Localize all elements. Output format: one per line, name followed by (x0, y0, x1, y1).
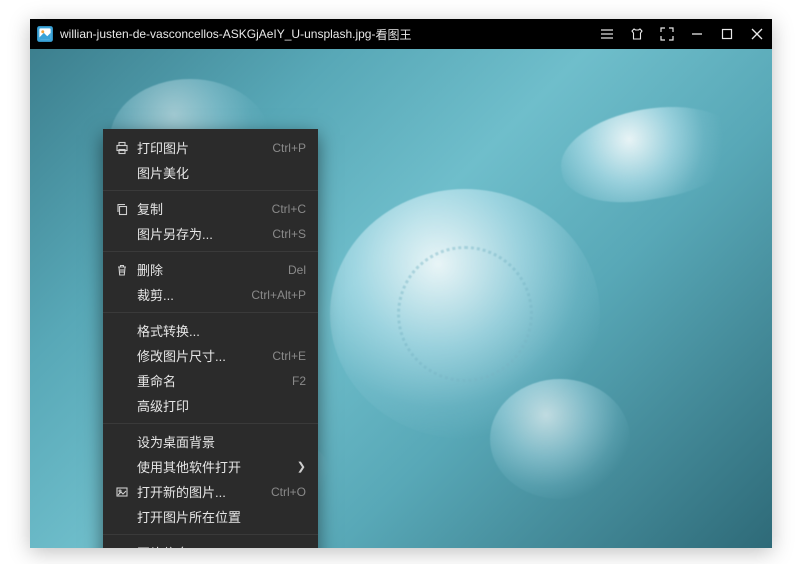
menu-item-label: 重命名 (137, 371, 176, 390)
menu-separator (103, 190, 318, 191)
menu-item-label: 格式转换... (137, 321, 200, 340)
menu-item[interactable]: 打印图片 Ctrl+P (103, 135, 318, 160)
app-window: willian-justen-de-vasconcellos-ASKGjAeIY… (30, 19, 772, 548)
menu-item-label: 使用其他软件打开 (137, 457, 241, 476)
menu-item-label: 裁剪... (137, 285, 174, 304)
menu-item-shortcut: Ctrl+E (272, 349, 306, 363)
menu-separator (103, 534, 318, 535)
close-button[interactable] (742, 19, 772, 49)
menu-item[interactable]: 重命名 F2 (103, 368, 318, 393)
menu-item-shortcut: Ctrl+S (272, 227, 306, 241)
menu-item-label: 打印图片 (137, 138, 189, 157)
menu-item-shortcut: Ctrl+C (272, 202, 306, 216)
menu-item-shortcut: Del (288, 263, 306, 277)
menu-item[interactable]: 删除 Del (103, 257, 318, 282)
menu-item[interactable]: 打开图片所在位置 (103, 504, 318, 529)
maximize-button[interactable] (712, 19, 742, 49)
title-filename: willian-justen-de-vasconcellos-ASKGjAeIY… (60, 27, 371, 41)
menu-item-label: 打开新的图片... (137, 482, 226, 501)
menu-item-shortcut: Ctrl+P (272, 141, 306, 155)
menu-item-shortcut: Ctrl+Alt+P (251, 288, 306, 302)
titlebar: willian-justen-de-vasconcellos-ASKGjAeIY… (30, 19, 772, 49)
menu-item-shortcut: F2 (292, 374, 306, 388)
menu-icon[interactable] (592, 19, 622, 49)
fullscreen-icon[interactable] (652, 19, 682, 49)
menu-item-shortcut: Ctrl+O (271, 485, 306, 499)
menu-item[interactable]: 图片美化 (103, 160, 318, 185)
image-viewport[interactable]: 打印图片 Ctrl+P 图片美化复制 Ctrl+C 图片另存为... Ctrl+S 删除 De… (30, 49, 772, 548)
image-content (554, 94, 747, 214)
menu-item-label: 修改图片尺寸... (137, 346, 226, 365)
print-icon (113, 141, 131, 155)
menu-item[interactable]: 格式转换... (103, 318, 318, 343)
menu-separator (103, 312, 318, 313)
menu-item-label: 高级打印 (137, 396, 189, 415)
menu-item[interactable]: 使用其他软件打开 ❯ (103, 454, 318, 479)
menu-item[interactable]: 修改图片尺寸... Ctrl+E (103, 343, 318, 368)
copy-icon (113, 202, 131, 216)
image-content (490, 379, 630, 499)
menu-item[interactable]: 复制 Ctrl+C (103, 196, 318, 221)
menu-item[interactable]: 高级打印 (103, 393, 318, 418)
menu-item[interactable]: 设为桌面背景 (103, 429, 318, 454)
menu-separator (103, 423, 318, 424)
app-icon (36, 25, 54, 43)
menu-item-label: 图片另存为... (137, 224, 213, 243)
menu-separator (103, 251, 318, 252)
context-menu: 打印图片 Ctrl+P 图片美化复制 Ctrl+C 图片另存为... Ctrl+S 删除 De… (103, 129, 318, 548)
menu-item-label: 复制 (137, 199, 163, 218)
title-appname: 看图王 (375, 26, 411, 43)
menu-item-label: 打开图片所在位置 (137, 507, 241, 526)
menu-item-label: 图片美化 (137, 163, 189, 182)
menu-item[interactable]: 裁剪... Ctrl+Alt+P (103, 282, 318, 307)
delete-icon (113, 263, 131, 277)
menu-item[interactable]: 图片信息 (103, 540, 318, 548)
image-icon (113, 485, 131, 499)
menu-item-label: 图片信息 (137, 543, 189, 548)
menu-item-label: 设为桌面背景 (137, 432, 215, 451)
minimize-button[interactable] (682, 19, 712, 49)
menu-item[interactable]: 图片另存为... Ctrl+S (103, 221, 318, 246)
menu-item[interactable]: 打开新的图片... Ctrl+O (103, 479, 318, 504)
skin-icon[interactable] (622, 19, 652, 49)
menu-item-label: 删除 (137, 260, 163, 279)
chevron-right-icon: ❯ (297, 460, 306, 473)
